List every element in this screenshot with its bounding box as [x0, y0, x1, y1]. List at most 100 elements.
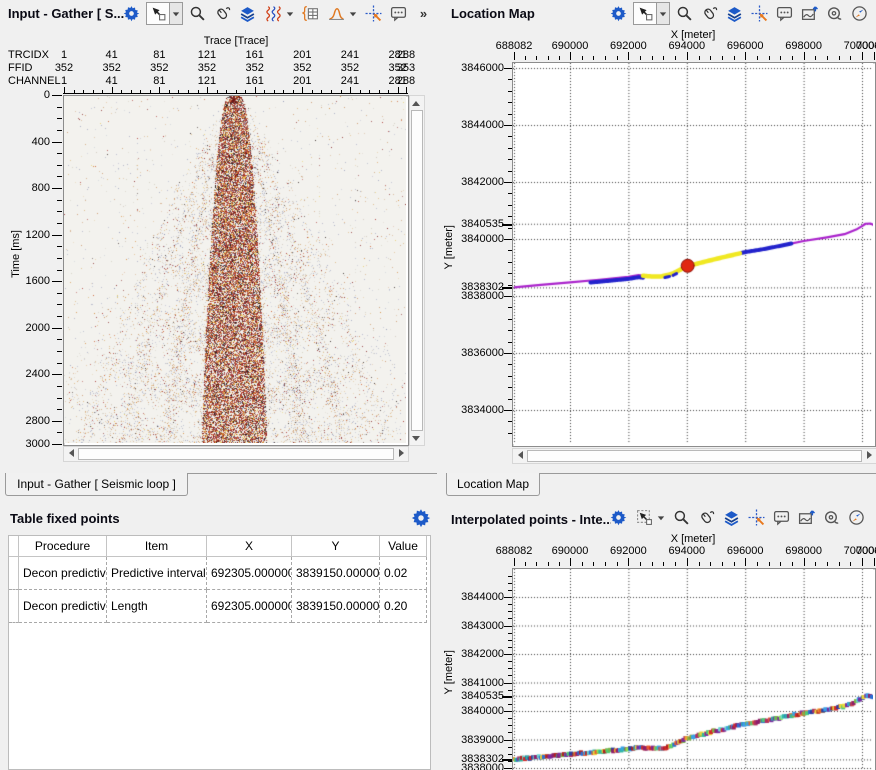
layers-button[interactable]	[237, 3, 258, 24]
fixed-points-table: Procedure Item X Y Value Decon predictive Pred…	[8, 535, 431, 770]
pick-crosshair-button[interactable]	[363, 3, 384, 24]
gear-icon	[610, 5, 627, 22]
seismic-vscrollbar[interactable]	[409, 95, 425, 446]
interp-map-canvas[interactable]	[513, 569, 873, 770]
dropdown-arrow-icon[interactable]	[347, 3, 359, 24]
gear-button[interactable]	[121, 3, 142, 24]
vscroll-thumb[interactable]	[411, 110, 423, 431]
row-selector[interactable]	[9, 590, 19, 623]
column-header[interactable]: Value	[380, 536, 427, 557]
zoom-button[interactable]	[187, 3, 208, 24]
histogram-icon	[325, 3, 347, 24]
location-tab-label: Location Map	[456, 477, 530, 491]
scroll-right-arrow[interactable]	[863, 449, 875, 461]
tabline-left	[186, 473, 437, 474]
mouse-button[interactable]	[699, 3, 720, 24]
gear-button[interactable]	[608, 3, 629, 24]
column-header[interactable]: X	[207, 536, 292, 557]
gather-tab[interactable]: Input - Gather [ Seismic loop ]	[5, 473, 188, 496]
seismic-hscrollbar[interactable]	[63, 446, 409, 462]
layers-button[interactable]	[721, 507, 742, 528]
time-tick-label: 800	[31, 182, 50, 195]
comment-button[interactable]	[388, 3, 409, 24]
row-selector-header	[9, 536, 19, 557]
select-mode-button[interactable]	[633, 2, 670, 25]
mouse-button[interactable]	[212, 3, 233, 24]
location-tab[interactable]: Location Map	[446, 473, 540, 496]
comment-button[interactable]	[771, 507, 792, 528]
x-tick-label: 696000	[726, 545, 764, 557]
select-mode-dotted-button[interactable]	[633, 507, 667, 528]
wiggle-button[interactable]	[262, 3, 296, 24]
table-cell[interactable]: 0.02	[380, 557, 427, 590]
table-cell[interactable]: Length	[107, 590, 207, 623]
layers-button[interactable]	[724, 3, 745, 24]
zoom-icon	[673, 509, 690, 526]
dropdown-arrow-icon[interactable]	[169, 3, 182, 24]
table-cell[interactable]: Predictive interval	[107, 557, 207, 590]
header-row-label: FFID	[8, 62, 33, 74]
column-header[interactable]: Procedure	[19, 536, 107, 557]
pick-crosshair-button[interactable]	[749, 3, 770, 24]
comment-icon	[776, 5, 793, 22]
record-button[interactable]	[824, 3, 845, 24]
location-hscrollbar[interactable]	[512, 448, 876, 464]
location-plot-frame	[512, 62, 876, 447]
x-tick-label: 692000	[610, 545, 647, 557]
record-button[interactable]	[821, 507, 842, 528]
dropdown-arrow-icon[interactable]	[656, 3, 669, 24]
scroll-left-arrow[interactable]	[514, 449, 526, 461]
table-gear-button[interactable]	[411, 508, 431, 528]
gear-button[interactable]	[608, 507, 629, 528]
hscroll-thumb[interactable]	[78, 448, 394, 460]
table-cell[interactable]: Decon predictive	[19, 590, 107, 623]
row-selector[interactable]	[9, 557, 19, 590]
header-value: 352	[54, 62, 74, 74]
table-row[interactable]: Decon predictive Predictive interval 69230…	[9, 557, 430, 590]
header-value: 352	[293, 62, 312, 74]
select-mode-button[interactable]	[146, 2, 183, 25]
column-header[interactable]: Y	[292, 536, 380, 557]
table-cell[interactable]: 692305.000000	[207, 557, 292, 590]
scroll-left-arrow[interactable]	[65, 447, 77, 459]
zoom-button[interactable]	[671, 507, 692, 528]
mouse-button[interactable]	[696, 507, 717, 528]
header-value: 352	[150, 62, 169, 74]
pick-crosshair-button[interactable]	[746, 507, 767, 528]
histogram-button[interactable]	[325, 3, 359, 24]
hscroll-thumb[interactable]	[527, 450, 862, 462]
location-map-canvas[interactable]	[513, 63, 873, 444]
y-special-tick-label: 3840535	[461, 217, 504, 230]
table-cell[interactable]: 3839150.000000	[292, 557, 380, 590]
export-image-button[interactable]	[796, 507, 817, 528]
seismic-gather-canvas[interactable]	[64, 96, 406, 443]
x-tick-label: 692000	[610, 40, 647, 52]
export-image-button[interactable]	[799, 3, 820, 24]
header-grid-button[interactable]	[300, 3, 321, 24]
gather-panel: Input - Gather [ S... » Trace [Trace] TR…	[0, 0, 437, 496]
overflow-button[interactable]: »	[413, 3, 434, 24]
y-tick-label: 3842000	[461, 648, 504, 660]
header-value: 201	[293, 75, 312, 87]
header-value: 81	[153, 49, 166, 61]
table-cell[interactable]: Decon predictive	[19, 557, 107, 590]
y-tick-label: 3842000	[461, 176, 504, 188]
column-header[interactable]: Item	[107, 536, 207, 557]
compass-button[interactable]	[849, 3, 870, 24]
dropdown-arrow-icon[interactable]	[284, 3, 296, 24]
dropdown-arrow-icon[interactable]	[655, 507, 667, 528]
table-cell[interactable]: 692305.000000	[207, 590, 292, 623]
scroll-down-arrow[interactable]	[410, 432, 422, 444]
table-row[interactable]: Decon predictive Length 692305.000000 38391…	[9, 590, 430, 623]
comment-button[interactable]	[774, 3, 795, 24]
table-cell[interactable]: 3839150.000000	[292, 590, 380, 623]
gather-tab-label: Input - Gather [ Seismic loop ]	[17, 477, 176, 491]
x-tick-label: 694000	[668, 40, 706, 52]
comment-icon	[390, 5, 407, 22]
compass-button[interactable]	[846, 507, 867, 528]
scroll-right-arrow[interactable]	[395, 447, 407, 459]
table-cell[interactable]: 0.20	[380, 590, 427, 623]
scroll-up-arrow[interactable]	[410, 97, 422, 109]
time-tick-label: 0	[43, 89, 50, 101]
zoom-button[interactable]	[674, 3, 695, 24]
